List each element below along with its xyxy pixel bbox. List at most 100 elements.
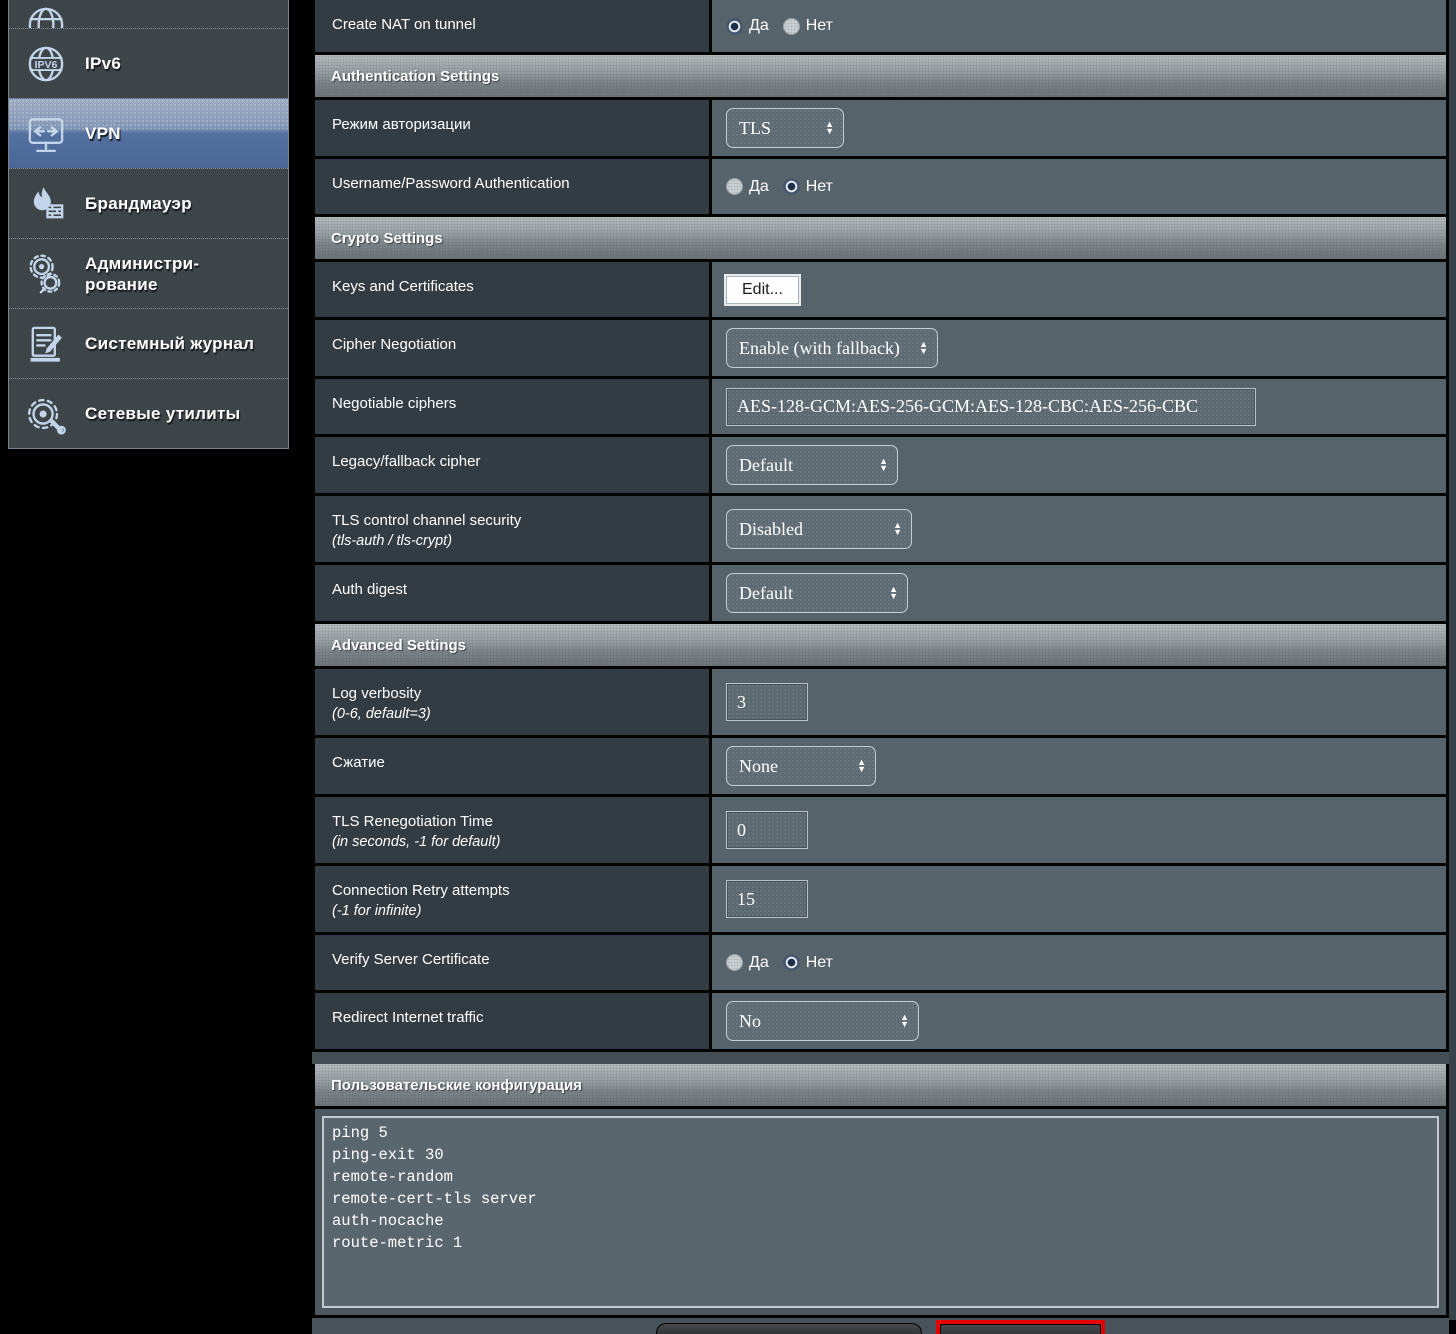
- sidebar-item-ipv6[interactable]: IPV6IPv6: [9, 28, 288, 98]
- radio-option-label: Нет: [806, 17, 833, 35]
- field-label: Режим авторизации: [315, 100, 709, 156]
- field-label: Legacy/fallback cipher: [315, 437, 709, 493]
- field-label: Сжатие: [315, 738, 709, 794]
- form-row-legacy-fallback-cipher: Legacy/fallback cipher Default ▲▼: [315, 434, 1446, 493]
- radio-option-нет[interactable]: Нет: [783, 17, 833, 35]
- form-row-log-verbosity: Log verbosity(0-6, default=3): [315, 666, 1446, 735]
- form-row-режим-авторизации: Режим авторизации TLS ▲▼: [315, 97, 1446, 156]
- radio-icon[interactable]: [726, 178, 743, 195]
- form-row-keys-and-certificates: Keys and Certificates Edit...: [315, 259, 1446, 317]
- field-value-cell: Enable (with fallback)▲▼: [709, 320, 1446, 376]
- redirect-internet-traffic-select[interactable]: No ▲▼: [726, 1001, 919, 1041]
- log-verbosity-input[interactable]: [726, 683, 808, 721]
- field-label: TLS Renegotiation Time(in seconds, -1 fo…: [315, 797, 709, 863]
- radio-icon[interactable]: [726, 18, 743, 35]
- sidebar-item-администри-рование[interactable]: Администри- рование: [9, 238, 288, 308]
- svg-text:IPV6: IPV6: [35, 58, 58, 70]
- form-row-auth-digest: Auth digest Default▲▼: [315, 562, 1446, 621]
- field-label-text: TLS Renegotiation Time: [332, 811, 699, 832]
- sidebar: IPV6IPv6 VPN Брандмауэр Администри- рование…: [8, 0, 289, 449]
- select-value: No: [739, 1011, 761, 1032]
- radio-option-да[interactable]: Да: [726, 17, 769, 35]
- field-value-cell: Edit...: [709, 262, 1446, 317]
- field-label: Auth digest: [315, 565, 709, 621]
- radio-option-нет[interactable]: Нет: [783, 178, 833, 196]
- field-value-cell: [709, 669, 1446, 735]
- field-label: Connection Retry attempts(-1 for infinit…: [315, 866, 709, 932]
- select-stepper-icon: ▲▼: [900, 1014, 909, 1028]
- select-stepper-icon: ▲▼: [879, 458, 888, 472]
- field-label-text: Auth digest: [332, 579, 699, 600]
- field-sublabel: (0-6, default=3): [332, 704, 699, 725]
- apply-button[interactable]: Применить: [940, 1324, 1100, 1334]
- main-content: Create NAT on tunnelДаНетAuthentication …: [312, 0, 1449, 1320]
- field-value-cell: TLS ▲▼: [709, 100, 1446, 156]
- vpn-settings-page: IPV6IPv6 VPN Брандмауэр Администри- рование…: [0, 0, 1456, 1334]
- field-value-cell: Да Нет: [709, 935, 1446, 990]
- сжатие-select[interactable]: None▲▼: [726, 746, 876, 786]
- restore-defaults-button[interactable]: Значение по умолчанию: [656, 1323, 922, 1334]
- sidebar-item-системный-журнал[interactable]: Системный журнал: [9, 308, 288, 378]
- режим-авторизации-select[interactable]: TLS ▲▼: [726, 108, 844, 148]
- field-label: TLS control channel security(tls-auth / …: [315, 496, 709, 562]
- form-row-tls-renegotiation-time: TLS Renegotiation Time(in seconds, -1 fo…: [315, 794, 1446, 863]
- sidebar-item-брандмауэр[interactable]: Брандмауэр: [9, 168, 288, 238]
- section-title: Crypto Settings: [331, 230, 443, 247]
- radio-option-да[interactable]: Да: [726, 954, 769, 972]
- radio-group: Да Нет: [726, 17, 833, 35]
- field-sublabel: (in seconds, -1 for default): [332, 832, 699, 853]
- field-label-text: Negotiable ciphers: [332, 393, 699, 414]
- field-label: Negotiable ciphers: [315, 379, 709, 434]
- field-value-cell: [709, 379, 1446, 434]
- tls-renegotiation-time-input[interactable]: [726, 811, 808, 849]
- radio-icon[interactable]: [783, 18, 800, 35]
- legacy-fallback-cipher-select[interactable]: Default ▲▼: [726, 445, 898, 485]
- field-label-text: Keys and Certificates: [332, 276, 699, 297]
- tls-control-channel-security-select[interactable]: Disabled▲▼: [726, 509, 912, 549]
- field-label-text: Redirect Internet traffic: [332, 1007, 699, 1028]
- field-label: Username/Password Authentication: [315, 159, 709, 214]
- field-label-text: Verify Server Certificate: [332, 949, 699, 970]
- select-value: None: [739, 756, 778, 777]
- field-value-cell: Да Нет: [709, 0, 1446, 52]
- keys-and-certificates-edit-button[interactable]: Edit...: [726, 276, 799, 304]
- sidebar-item-label: Брандмауэр: [85, 193, 192, 214]
- field-value-cell: Default▲▼: [709, 565, 1446, 621]
- form-row-negotiable-ciphers: Negotiable ciphers: [315, 376, 1446, 434]
- auth-digest-select[interactable]: Default▲▼: [726, 573, 908, 613]
- custom-configuration-textarea[interactable]: ping 5 ping-exit 30 remote-random remote…: [322, 1116, 1439, 1308]
- radio-icon[interactable]: [726, 954, 743, 971]
- radio-option-label: Да: [749, 17, 769, 35]
- select-stepper-icon: ▲▼: [825, 121, 834, 135]
- field-sublabel: (tls-auth / tls-crypt): [332, 531, 699, 552]
- radio-option-label: Нет: [806, 178, 833, 196]
- select-stepper-icon: ▲▼: [919, 341, 928, 355]
- radio-option-нет[interactable]: Нет: [783, 954, 833, 972]
- radio-icon[interactable]: [783, 178, 800, 195]
- form-row-connection-retry-attempts: Connection Retry attempts(-1 for infinit…: [315, 863, 1446, 932]
- form-row-cipher-negotiation: Cipher NegotiationEnable (with fallback)…: [315, 317, 1446, 376]
- field-label-text: Create NAT on tunnel: [332, 14, 699, 35]
- select-value: Default: [739, 455, 793, 476]
- cipher-negotiation-select[interactable]: Enable (with fallback)▲▼: [726, 328, 938, 368]
- sidebar-item-label: VPN: [85, 123, 121, 144]
- connection-retry-attempts-input[interactable]: [726, 880, 808, 918]
- radio-group: Да Нет: [726, 178, 833, 196]
- field-sublabel: (-1 for infinite): [332, 901, 699, 922]
- select-stepper-icon: ▲▼: [889, 586, 898, 600]
- sidebar-item-partial[interactable]: [9, 0, 288, 28]
- sidebar-item-сетевые-утилиты[interactable]: Сетевые утилиты: [9, 378, 288, 448]
- field-label: Keys and Certificates: [315, 262, 709, 317]
- apply-button-red-highlight: Применить: [936, 1320, 1104, 1334]
- sidebar-item-vpn[interactable]: VPN: [9, 98, 288, 168]
- system-log-icon: [23, 321, 69, 367]
- field-label: Verify Server Certificate: [315, 935, 709, 990]
- radio-option-label: Да: [749, 178, 769, 196]
- field-value-cell: Default ▲▼: [709, 437, 1446, 493]
- form-row-username-password-authentication: Username/Password Authentication Да Нет: [315, 156, 1446, 214]
- negotiable-ciphers-input[interactable]: [726, 388, 1256, 426]
- select-value: TLS: [739, 118, 771, 139]
- page-right-edge: [1449, 0, 1456, 1320]
- radio-icon[interactable]: [783, 954, 800, 971]
- radio-option-да[interactable]: Да: [726, 178, 769, 196]
